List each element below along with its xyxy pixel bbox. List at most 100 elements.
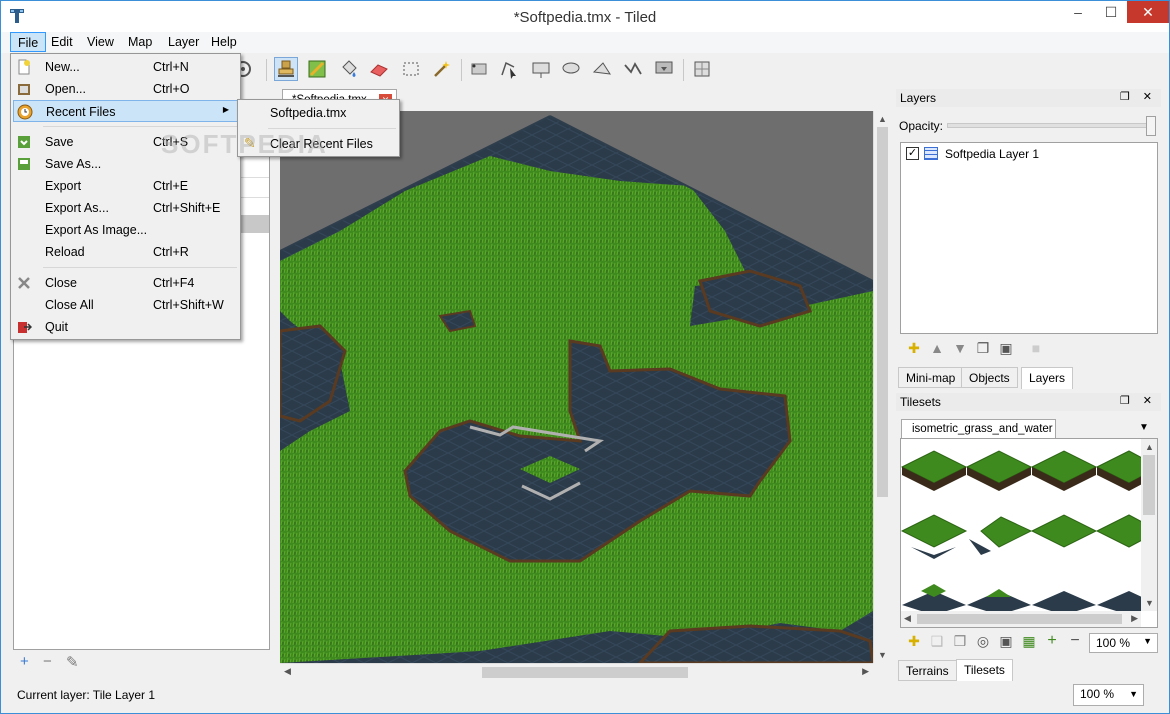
menu-item-quit[interactable]: Quit: [13, 316, 238, 338]
opacity-slider-handle[interactable]: [1146, 116, 1156, 136]
menu-item-export-as-image[interactable]: Export As Image...: [13, 219, 238, 241]
new-file-icon: [18, 59, 30, 75]
menu-item-close[interactable]: Close Ctrl+F4: [13, 272, 238, 294]
insert-tile-icon[interactable]: [652, 57, 676, 81]
chevron-down-icon: ▼: [1143, 636, 1152, 646]
opacity-label: Opacity:: [899, 119, 944, 133]
minimize-button[interactable]: –: [1061, 1, 1095, 23]
menu-bar: File Edit View Map Layer Help: [1, 32, 1169, 53]
edit-icon[interactable]: ✎: [66, 653, 79, 671]
save-icon: [18, 136, 30, 148]
edit-terrain-icon[interactable]: ▦: [1020, 633, 1038, 651]
menu-edit[interactable]: Edit: [44, 32, 80, 52]
menu-item-open[interactable]: Open... Ctrl+O: [13, 78, 238, 100]
layer-row[interactable]: ✓ Softpedia Layer 1: [902, 144, 1156, 163]
tileset-zoom-select[interactable]: 100 % ▼: [1089, 633, 1158, 653]
tileset-vertical-scrollbar[interactable]: ▲ ▼: [1141, 439, 1157, 611]
recent-file-item[interactable]: Softpedia.tmx: [240, 102, 398, 124]
add-icon[interactable]: +: [20, 653, 29, 670]
tileset-menu-chevron-icon[interactable]: ▼: [1139, 422, 1149, 433]
submenu-arrow-icon: ▶: [222, 105, 229, 114]
new-layer-icon[interactable]: ✚: [905, 340, 923, 358]
layer-properties-icon[interactable]: ■: [1027, 340, 1045, 358]
layer-visibility-checkbox[interactable]: ✓: [906, 147, 919, 160]
tileset-tab[interactable]: isometric_grass_and_water: [901, 419, 1056, 439]
layer-list[interactable]: ✓ Softpedia Layer 1: [900, 142, 1158, 334]
eraser-icon[interactable]: [367, 57, 391, 81]
zoom-out-icon[interactable]: −: [1066, 633, 1084, 651]
new-tileset-icon[interactable]: ✚: [905, 633, 923, 651]
insert-image-icon[interactable]: [690, 57, 714, 81]
tileset-view[interactable]: [900, 438, 1158, 628]
terrain-brush-icon[interactable]: [305, 57, 329, 81]
map-zoom-value: 100 %: [1080, 687, 1115, 701]
tab-mini-map[interactable]: Mini-map: [898, 367, 964, 388]
menu-layer[interactable]: Layer: [161, 32, 206, 52]
opacity-slider[interactable]: [947, 116, 1156, 136]
tilesets-panel-title: Tilesets: [900, 395, 941, 409]
duplicate-layer-icon[interactable]: ❐: [974, 340, 992, 358]
move-layer-up-icon[interactable]: ▲: [928, 340, 946, 358]
dock-float-close-icon[interactable]: ❐ ✕: [1120, 394, 1157, 407]
status-bar: Current layer: Tile Layer 1 100 % ▼: [1, 684, 1169, 713]
edit-polygons-icon[interactable]: [497, 57, 521, 81]
tileset-horizontal-scrollbar[interactable]: ◀ ▶: [901, 611, 1141, 627]
tab-objects[interactable]: Objects: [961, 367, 1018, 388]
delete-tileset-icon[interactable]: ▣: [997, 633, 1015, 651]
select-objects-icon[interactable]: [467, 57, 491, 81]
maximize-button[interactable]: ☐: [1094, 1, 1128, 23]
bucket-fill-icon[interactable]: [337, 57, 361, 81]
magic-wand-icon[interactable]: [429, 57, 453, 81]
menu-item-close-all[interactable]: Close All Ctrl+Shift+W: [13, 294, 238, 316]
insert-polyline-icon[interactable]: [621, 57, 645, 81]
dock-float-close-icon[interactable]: ❐ ✕: [1120, 90, 1157, 103]
tab-tilesets[interactable]: Tilesets: [956, 659, 1013, 681]
tileset-properties-icon[interactable]: ◎: [974, 633, 992, 651]
delete-layer-icon[interactable]: ▣: [997, 340, 1015, 358]
import-tileset-icon[interactable]: ❑: [928, 633, 946, 651]
title-bar: *Softpedia.tmx - Tiled – ☐ ✕: [1, 1, 1169, 32]
file-menu-dropdown: New... Ctrl+N Open... Ctrl+O Recent Files …: [10, 53, 241, 340]
layers-panel-title: Layers: [900, 91, 937, 105]
map-vertical-scrollbar[interactable]: ▲ ▼: [873, 111, 890, 663]
window-title: *Softpedia.tmx - Tiled: [513, 9, 657, 26]
save-as-icon: [18, 158, 30, 170]
menu-item-recent-files[interactable]: Recent Files ▶: [13, 100, 238, 122]
tileset-tiles: [901, 450, 1157, 615]
map-canvas[interactable]: [280, 111, 873, 663]
map-horizontal-scrollbar[interactable]: ◀ ▶: [280, 663, 873, 680]
tab-terrains[interactable]: Terrains: [898, 660, 957, 681]
menu-help[interactable]: Help: [204, 32, 244, 52]
watermark: SOFTPEDIA: [161, 129, 328, 159]
zoom-in-icon[interactable]: +: [1043, 633, 1061, 651]
move-layer-down-icon[interactable]: ▼: [951, 340, 969, 358]
current-layer-status: Current layer: Tile Layer 1: [17, 688, 156, 702]
insert-rectangle-icon[interactable]: [529, 57, 553, 81]
menu-file[interactable]: File: [10, 32, 47, 52]
close-window-button[interactable]: ✕: [1127, 1, 1169, 23]
stamp-brush-icon[interactable]: [274, 57, 298, 81]
layer-name: Softpedia Layer 1: [945, 147, 1040, 161]
menu-map[interactable]: Map: [121, 32, 159, 52]
isometric-map: [280, 111, 873, 663]
export-tileset-icon[interactable]: ❒: [951, 633, 969, 651]
rectangle-select-icon[interactable]: [399, 57, 423, 81]
quit-icon: [18, 322, 32, 333]
remove-icon[interactable]: −: [43, 653, 52, 670]
tileset-zoom-value: 100 %: [1096, 636, 1131, 650]
menu-item-export-as[interactable]: Export As... Ctrl+Shift+E: [13, 197, 238, 219]
menu-view[interactable]: View: [80, 32, 121, 52]
app-window: *Softpedia.tmx - Tiled – ☐ ✕ File Edit V…: [0, 0, 1170, 714]
tab-layers[interactable]: Layers: [1021, 367, 1074, 389]
menu-item-new[interactable]: New... Ctrl+N: [13, 56, 238, 78]
insert-ellipse-icon[interactable]: [559, 57, 583, 81]
menu-item-reload[interactable]: Reload Ctrl+R: [13, 241, 238, 263]
recent-files-icon: [17, 104, 33, 120]
tile-layer-icon: [924, 147, 938, 160]
map-zoom-select[interactable]: 100 % ▼: [1073, 684, 1144, 706]
tilesets-panel-header: Tilesets ❐ ✕: [896, 393, 1161, 411]
insert-polygon-icon[interactable]: [590, 57, 614, 81]
layers-panel-header: Layers ❐ ✕: [896, 89, 1161, 107]
open-icon: [18, 84, 30, 95]
menu-item-export[interactable]: Export Ctrl+E: [13, 175, 238, 197]
